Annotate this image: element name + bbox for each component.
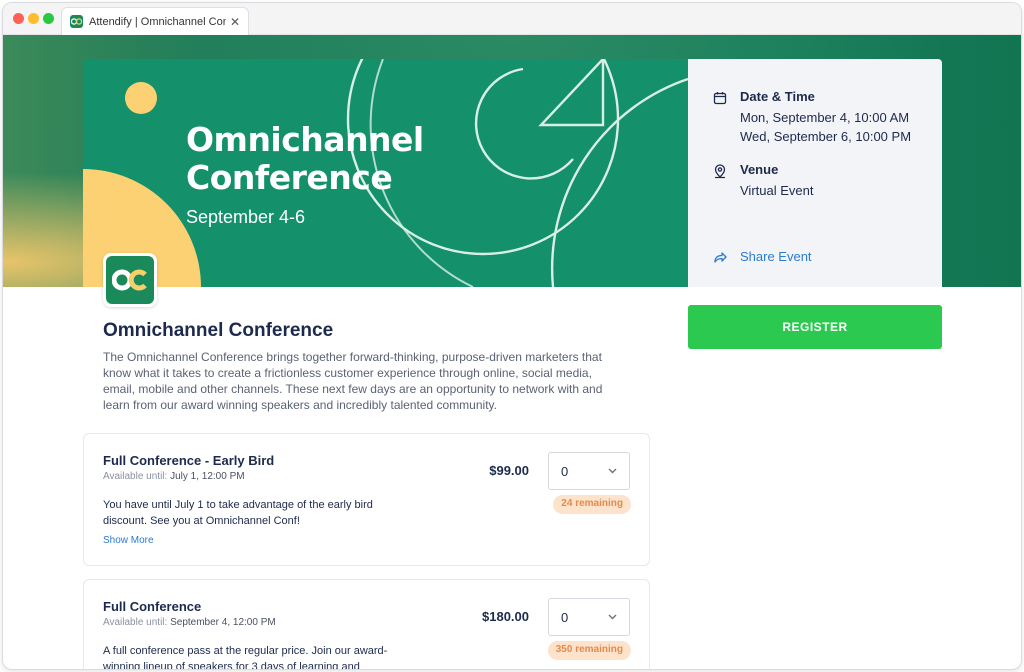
browser-window: Attendify | Omnichannel Conference ✕ Omn… xyxy=(2,2,1022,670)
browser-titlebar: Attendify | Omnichannel Conference ✕ xyxy=(3,3,1021,35)
ticket-card: Full Conference Available until: Septemb… xyxy=(83,579,650,670)
banner-title: Omnichannel Conference xyxy=(186,120,424,197)
location-pin-icon xyxy=(714,164,726,179)
minimize-window-button[interactable] xyxy=(28,13,39,24)
venue-value: Virtual Event xyxy=(740,183,814,198)
date-time-label: Date & Time xyxy=(740,89,815,104)
remaining-badge: 24 remaining xyxy=(553,495,631,514)
oc-logo-icon xyxy=(106,256,154,304)
register-button[interactable]: REGISTER xyxy=(688,305,942,349)
availability-prefix: Available until: xyxy=(103,471,168,482)
event-logo xyxy=(103,253,157,307)
ticket-price: $99.00 xyxy=(489,463,529,478)
maximize-window-button[interactable] xyxy=(43,13,54,24)
banner-dates: September 4-6 xyxy=(186,207,306,227)
date-start: Mon, September 4, 10:00 AM xyxy=(740,110,910,125)
ticket-availability: Available until: September 4, 12:00 PM xyxy=(103,617,276,628)
browser-tab[interactable]: Attendify | Omnichannel Conference ✕ xyxy=(61,7,249,35)
quantity-value: 0 xyxy=(561,609,569,625)
availability-date: July 1, 12:00 PM xyxy=(170,471,245,482)
tab-close-icon[interactable]: ✕ xyxy=(230,15,240,29)
ticket-name: Full Conference - Early Bird xyxy=(103,453,275,468)
share-event-label: Share Event xyxy=(740,249,812,264)
date-end: Wed, September 6, 10:00 PM xyxy=(740,129,912,144)
ticket-card: Full Conference - Early Bird Available u… xyxy=(83,433,650,566)
quantity-value: 0 xyxy=(561,463,569,479)
event-title: Omnichannel Conference xyxy=(103,320,334,341)
ticket-name: Full Conference xyxy=(103,599,202,614)
tab-title: Attendify | Omnichannel Conference xyxy=(89,15,226,28)
remaining-badge: 350 remaining xyxy=(547,641,631,660)
availability-prefix: Available until: xyxy=(103,617,168,628)
event-banner: Omnichannel Conference September 4-6 xyxy=(83,59,688,287)
show-more-link[interactable]: Show More xyxy=(103,535,154,546)
ticket-price: $180.00 xyxy=(482,609,529,624)
event-description: The Omnichannel Conference brings togeth… xyxy=(103,350,603,412)
ticket-description: A full conference pass at the regular pr… xyxy=(103,645,388,670)
attendify-favicon-icon xyxy=(70,15,83,28)
share-event-link[interactable]: Share Event xyxy=(712,248,812,265)
venue-label: Venue xyxy=(740,162,779,177)
close-window-button[interactable] xyxy=(13,13,24,24)
venue-section: Venue Virtual Event xyxy=(712,162,813,200)
ticket-description: You have until July 1 to take advantage … xyxy=(103,499,373,527)
ticket-quantity-select[interactable]: 0 xyxy=(548,452,630,490)
ticket-availability: Available until: July 1, 12:00 PM xyxy=(103,471,245,482)
share-arrow-icon xyxy=(714,252,727,263)
ticket-quantity-select[interactable]: 0 xyxy=(548,598,630,636)
date-time-section: Date & Time Mon, September 4, 10:00 AM W… xyxy=(712,89,911,146)
availability-date: September 4, 12:00 PM xyxy=(170,617,276,628)
calendar-icon xyxy=(713,92,727,105)
chevron-down-icon xyxy=(608,614,617,620)
chevron-down-icon xyxy=(608,468,617,474)
event-info-card: Date & Time Mon, September 4, 10:00 AM W… xyxy=(688,59,942,287)
